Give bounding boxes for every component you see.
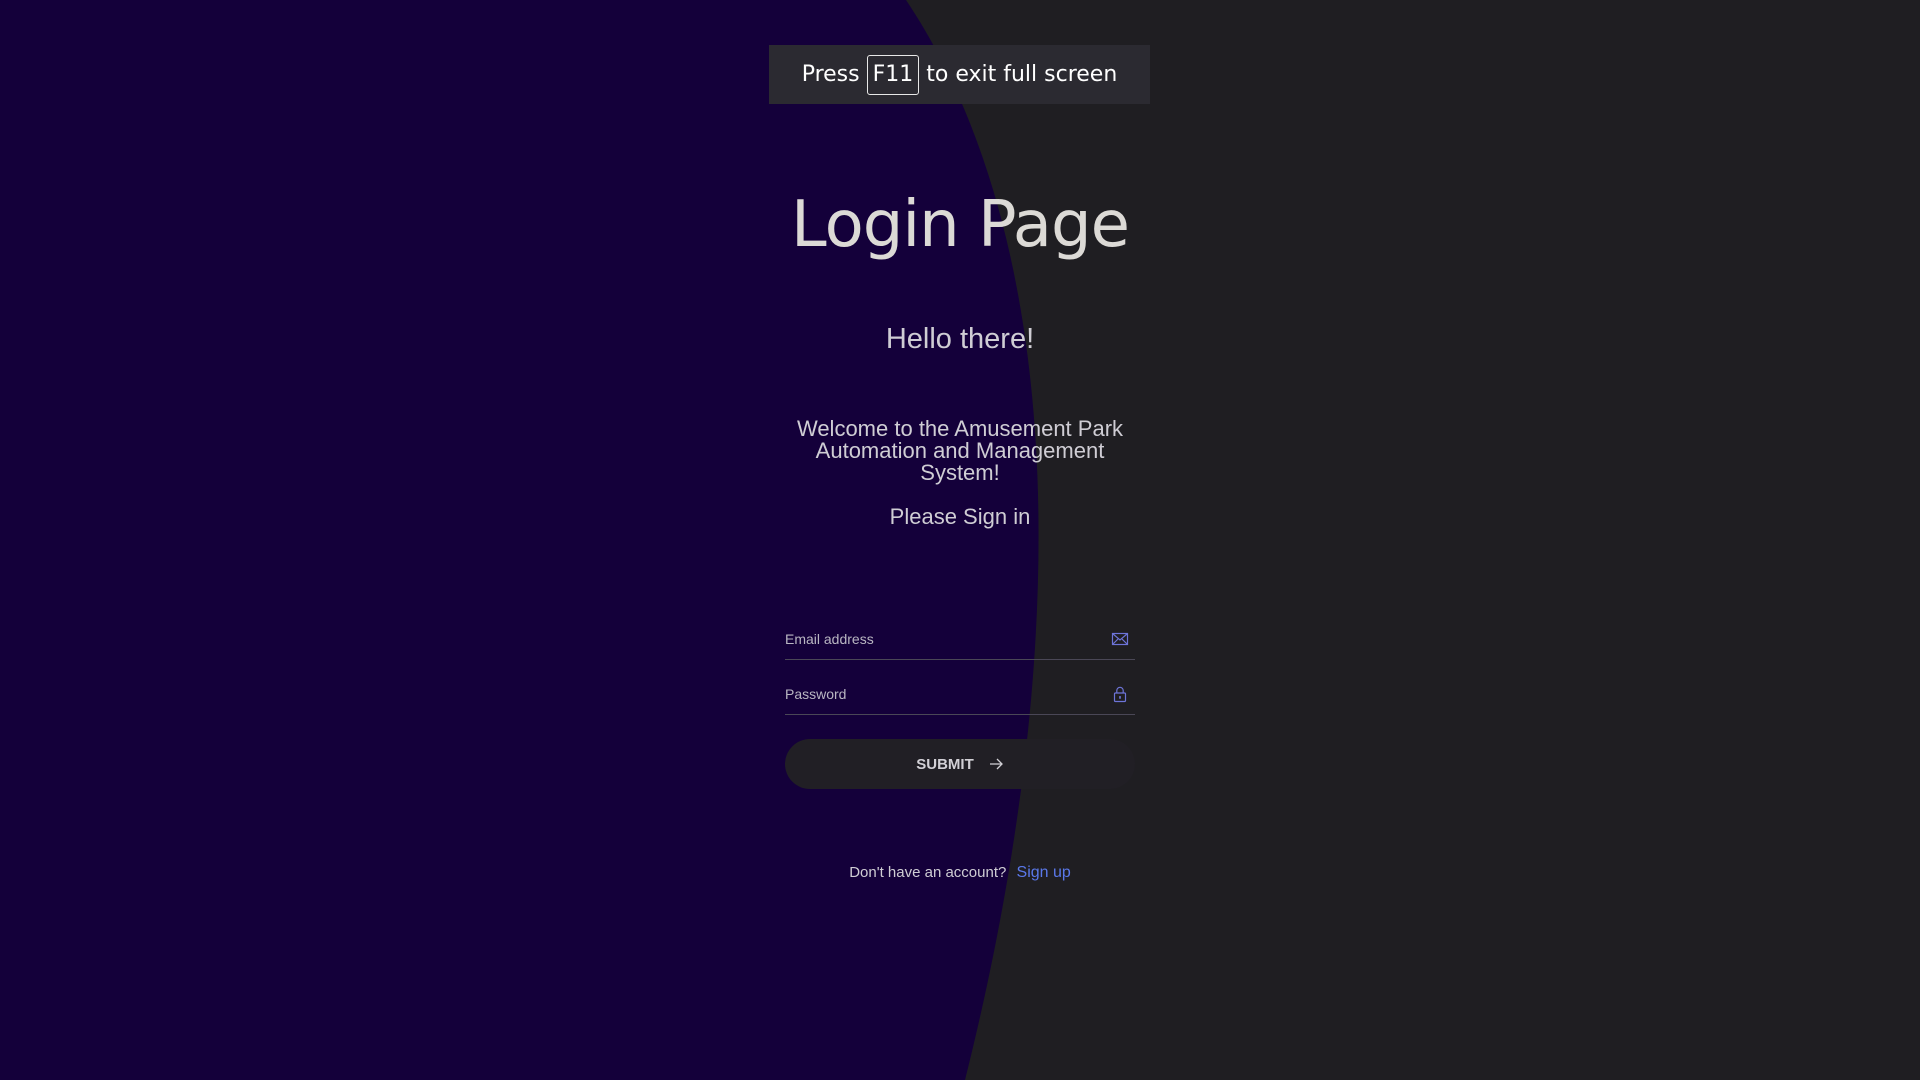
fullscreen-key: F11 bbox=[866, 54, 920, 95]
password-input[interactable] bbox=[785, 674, 1085, 714]
password-field bbox=[785, 674, 1135, 715]
fullscreen-notice: Press F11 to exit full screen bbox=[769, 45, 1150, 104]
lock-icon bbox=[1113, 686, 1127, 703]
email-input[interactable] bbox=[785, 619, 1085, 659]
submit-label: SUBMIT bbox=[916, 755, 974, 773]
page-title: Login Page bbox=[791, 188, 1130, 262]
left-purple-panel bbox=[0, 0, 1039, 1080]
fullscreen-notice-suffix: to exit full screen bbox=[926, 62, 1118, 87]
signup-prompt: Don't have an account? bbox=[849, 864, 1007, 881]
welcome-text: Welcome to the Amusement Park Automation… bbox=[796, 416, 1124, 485]
envelope-icon bbox=[1111, 632, 1129, 646]
signup-link[interactable]: Sign up bbox=[1017, 864, 1071, 881]
sign-in-instruction: Please Sign in bbox=[889, 504, 1031, 529]
signup-row: Don't have an account? Sign up bbox=[0, 864, 1920, 882]
greeting-text: Hello there! bbox=[885, 323, 1035, 355]
email-field bbox=[785, 619, 1135, 660]
fullscreen-notice-prefix: Press bbox=[801, 62, 860, 87]
arrow-right-icon bbox=[989, 758, 1003, 770]
submit-button[interactable]: SUBMIT bbox=[785, 739, 1135, 789]
background-shape bbox=[0, 0, 1039, 1080]
